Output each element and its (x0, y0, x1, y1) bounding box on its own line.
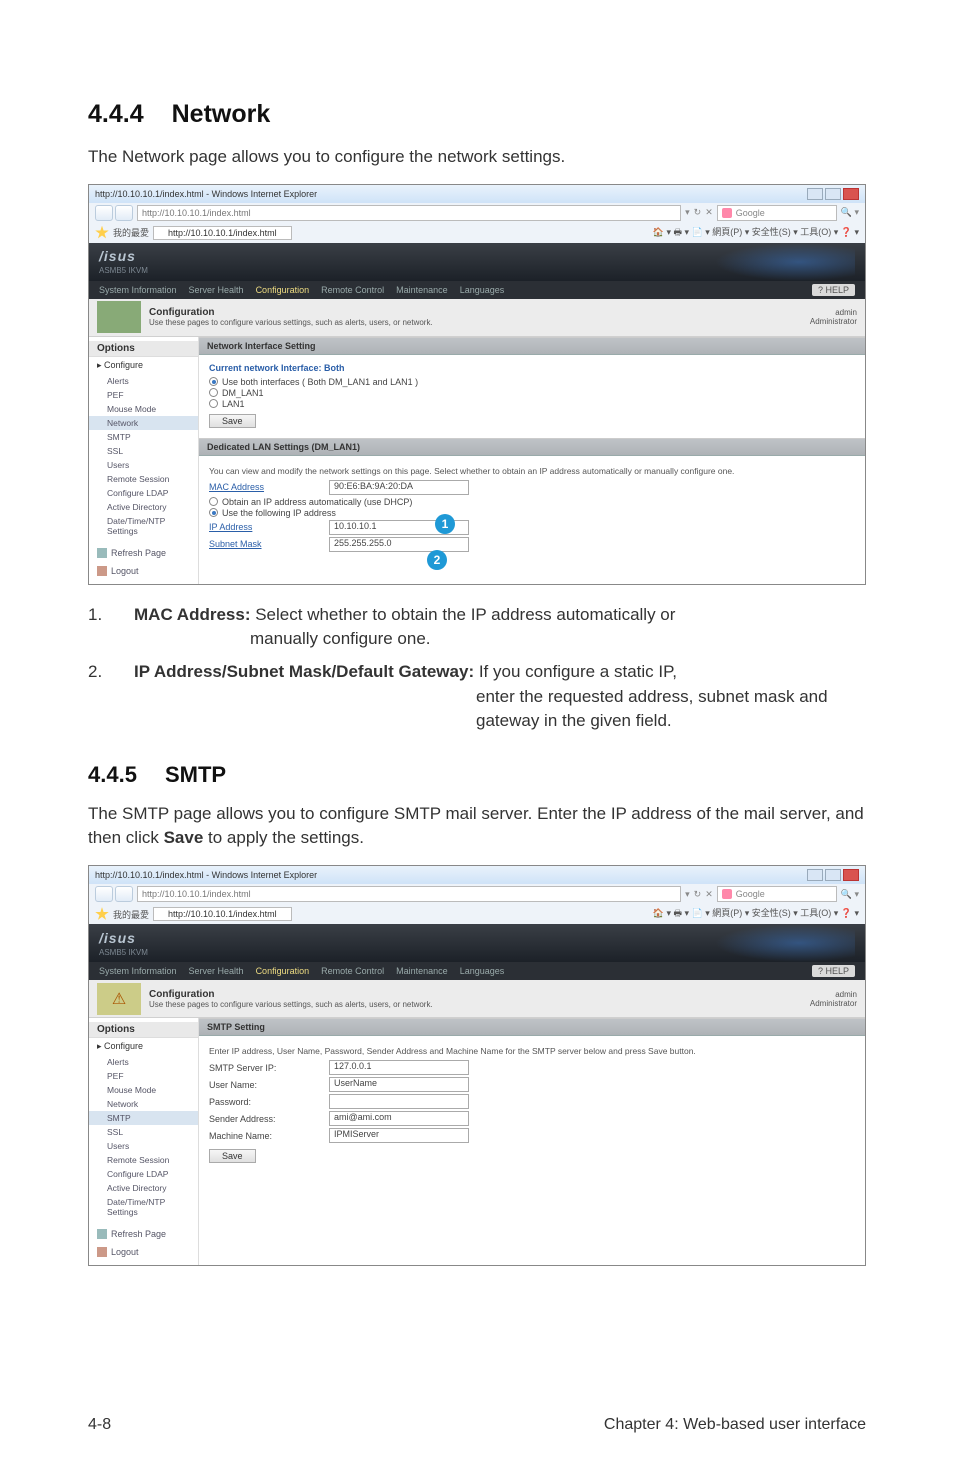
nav-languages: Languages (460, 285, 505, 295)
callout-2: 2 (427, 550, 447, 570)
refresh-page[interactable]: Refresh Page (89, 544, 198, 562)
radio-static[interactable]: Use the following IP address (209, 508, 855, 518)
window-controls[interactable] (807, 869, 859, 881)
screenshot-smtp: http://10.10.10.1/index.html - Windows I… (88, 865, 866, 1266)
save-button[interactable]: Save (209, 1149, 256, 1163)
sidebar-item-smtp[interactable]: SMTP (89, 430, 198, 444)
nav-maintenance: Maintenance (396, 285, 448, 295)
help-button: ? HELP (812, 284, 855, 296)
subnet-input[interactable]: 255.255.255.0 (329, 537, 469, 552)
url-input[interactable]: http://10.10.10.1/index.html (137, 886, 681, 902)
smtp-setting-hd: SMTP Setting (199, 1018, 865, 1036)
sidebar-item-ntp[interactable]: Date/Time/NTP Settings (89, 514, 198, 538)
mac-row: MAC Address 90:E6:BA:9A:20:DA (209, 480, 855, 495)
section-heading-smtp: 4.4.5SMTP (88, 762, 866, 788)
smtp-user-input[interactable]: UserName (329, 1077, 469, 1092)
config-thumb-icon (97, 301, 141, 333)
window-controls[interactable] (807, 188, 859, 200)
ie-toolbar[interactable]: 🏠 ▾ 🖶 ▾ 📄 ▾ 網頁(P) ▾ 安全性(S) ▾ 工具(O) ▾ ❓ ▾ (653, 225, 859, 241)
nav-remote-control: Remote Control (321, 285, 384, 295)
mac-input[interactable]: 90:E6:BA:9A:20:DA (329, 480, 469, 495)
smtp-machine-input[interactable]: IPMIServer (329, 1128, 469, 1143)
favorites-icon[interactable] (95, 226, 109, 240)
nav-server-health: Server Health (189, 285, 244, 295)
subnet-row: Subnet Mask 255.255.255.0 (209, 537, 855, 552)
radio-dm-lan1[interactable]: DM_LAN1 (209, 388, 855, 398)
sidebar-cat-configure[interactable]: ▸ Configure (89, 357, 198, 374)
warning-icon (97, 983, 141, 1015)
close-icon (843, 188, 859, 200)
sidebar: Network Interface Setting Options ▸ Conf… (89, 337, 199, 584)
browser-tab[interactable]: http://10.10.10.1/index.html (153, 907, 292, 921)
radio-both[interactable]: Use both interfaces ( Both DM_LAN1 and L… (209, 377, 855, 387)
kvm-banner: /isus ASMB5 IKVM (89, 243, 865, 281)
sidebar-item-ad[interactable]: Active Directory (89, 500, 198, 514)
doc-list: 1. MAC Address: Select whether to obtain… (88, 603, 866, 734)
search-input[interactable]: Google (717, 205, 837, 221)
save-button[interactable]: Save (209, 414, 256, 428)
address-bar-row: http://10.10.10.1/index.html ▾↻✕ Google … (89, 203, 865, 223)
intro-smtp: The SMTP page allows you to configure SM… (88, 802, 866, 851)
window-titlebar: http://10.10.10.1/index.html - Windows I… (89, 866, 865, 884)
nav-system-info: System Information (99, 285, 177, 295)
sidebar-item-network[interactable]: Network (89, 416, 198, 430)
net-interface-hd: Network Interface Setting (199, 337, 865, 355)
ie-toolbar[interactable]: 🏠 ▾ 🖶 ▾ 📄 ▾ 網頁(P) ▾ 安全性(S) ▾ 工具(O) ▾ ❓ ▾ (653, 906, 859, 922)
intro-network: The Network page allows you to configure… (88, 145, 866, 170)
url-input[interactable]: http://10.10.10.1/index.html (137, 205, 681, 221)
sidebar-item-remote[interactable]: Remote Session (89, 472, 198, 486)
sidebar-item-ldap[interactable]: Configure LDAP (89, 486, 198, 500)
browser-tab[interactable]: http://10.10.10.1/index.html (153, 226, 292, 240)
smtp-sender-input[interactable]: ami@ami.com (329, 1111, 469, 1126)
nav-back-forward[interactable] (95, 886, 133, 902)
favorites-icon[interactable] (95, 907, 109, 921)
sidebar-item-smtp[interactable]: SMTP (89, 1111, 198, 1125)
dedicated-lan-hd: Dedicated LAN Settings (DM_LAN1) (199, 438, 865, 456)
sidebar-item-mouse[interactable]: Mouse Mode (89, 402, 198, 416)
callout-1: 1 (435, 514, 455, 534)
nav-configuration: Configuration (256, 285, 310, 295)
screenshot-network: http://10.10.10.1/index.html - Windows I… (88, 184, 866, 585)
kvm-navbar[interactable]: System InformationServer Health Configur… (89, 962, 865, 980)
logout[interactable]: Logout (89, 1243, 198, 1261)
current-interface-label: Current network Interface: Both (209, 363, 855, 373)
ip-row: IP Address 10.10.10.1 (209, 520, 855, 535)
sidebar-item-users[interactable]: Users (89, 458, 198, 472)
tabs-row: 我的最愛 http://10.10.10.1/index.html 🏠 ▾ 🖶 … (89, 223, 865, 243)
sidebar-options-hd: Options (89, 341, 198, 357)
kvm-navbar[interactable]: System Information Server Health Configu… (89, 281, 865, 299)
close-icon (843, 869, 859, 881)
smtp-ip-input[interactable]: 127.0.0.1 (329, 1060, 469, 1075)
config-header: Configuration Use these pages to configu… (89, 299, 865, 337)
smtp-pass-input[interactable] (329, 1094, 469, 1109)
radio-dhcp[interactable]: Obtain an IP address automatically (use … (209, 497, 855, 507)
sidebar-item-pef[interactable]: PEF (89, 388, 198, 402)
sidebar-item-ssl[interactable]: SSL (89, 444, 198, 458)
search-input[interactable]: Google (717, 886, 837, 902)
nav-back-forward[interactable] (95, 205, 133, 221)
refresh-page[interactable]: Refresh Page (89, 1225, 198, 1243)
logout[interactable]: Logout (89, 562, 198, 580)
sidebar-item-alerts[interactable]: Alerts (89, 374, 198, 388)
radio-lan1[interactable]: LAN1 (209, 399, 855, 409)
window-titlebar: http://10.10.10.1/index.html - Windows I… (89, 185, 865, 203)
main-panel: Network Interface Setting Current networ… (199, 337, 865, 584)
section-heading-network: 4.4.4Network (88, 100, 866, 129)
page-footer: 4-8 Chapter 4: Web-based user interface (88, 1416, 866, 1434)
